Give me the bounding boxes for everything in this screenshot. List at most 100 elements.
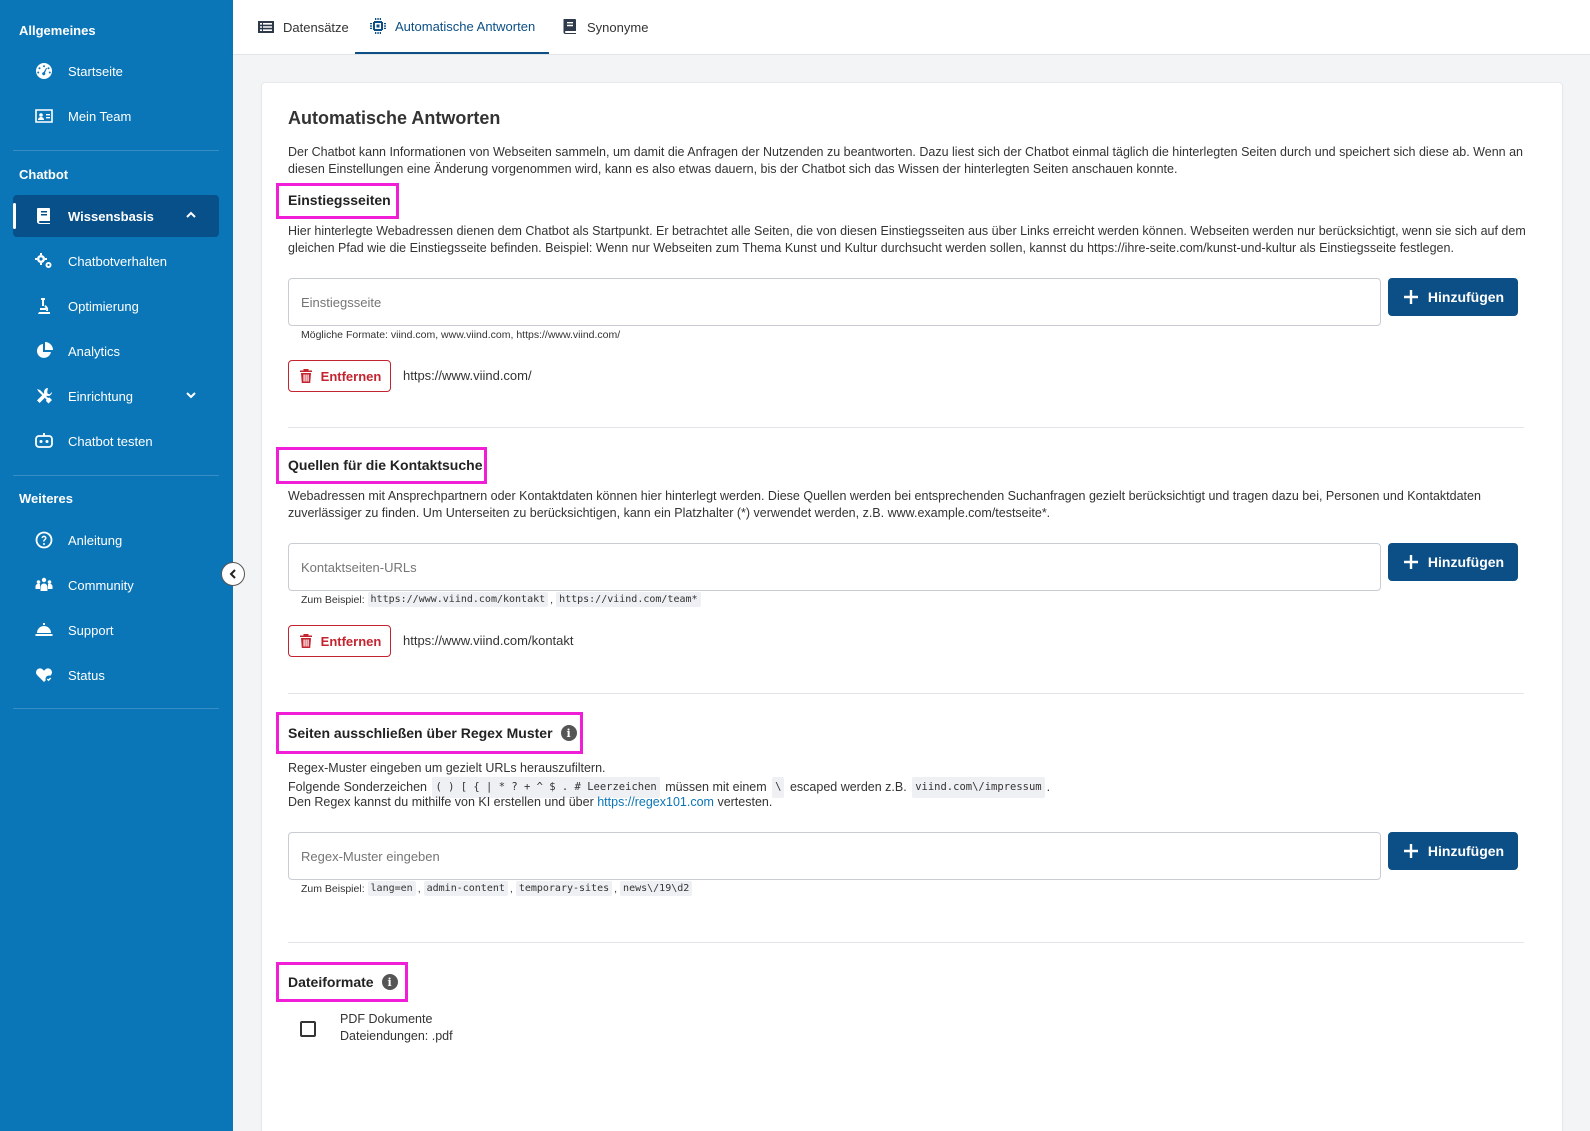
info-icon[interactable]: i [560, 725, 577, 741]
sidebar-item-support[interactable]: Support [13, 609, 219, 651]
book-icon [561, 18, 579, 36]
hint-prefix: Zum Beispiel: [301, 593, 365, 606]
text-span: vertesten. [717, 795, 773, 809]
escape-char-code: \ [772, 777, 785, 798]
section-title-text: Dateiformate [288, 974, 374, 990]
example-code: admin-content [423, 881, 508, 896]
sidebar-item-status[interactable]: Status [13, 654, 219, 696]
section-divider [288, 427, 1524, 428]
section-more: Weiteres [19, 491, 73, 506]
tab-auto-answers[interactable]: Automatische Antworten [355, 0, 550, 54]
chevron-left-icon [229, 569, 236, 579]
regex-input[interactable] [288, 832, 1381, 880]
text-span: escaped werden z.B. [789, 780, 907, 794]
button-label: Entfernen [320, 633, 382, 649]
section-title-entry: Einstiegsseiten [288, 192, 391, 208]
sidebar-item-optimization[interactable]: Optimierung [13, 285, 219, 327]
plus-icon [1403, 290, 1418, 304]
regex-line-1: Regex-Muster eingeben um gezielt URLs he… [288, 761, 606, 775]
sidebar-item-knowledge[interactable]: Wissensbasis [13, 195, 219, 237]
tab-label: Synonyme [587, 19, 649, 35]
sidebar-divider [13, 150, 219, 151]
list-icon [257, 18, 275, 36]
section-chatbot: Chatbot [19, 167, 69, 182]
sidebar-item-label: Anleitung [68, 532, 123, 548]
tab-synonyms[interactable]: Synonyme [559, 0, 650, 54]
plus-icon [1403, 555, 1418, 569]
sidebar-item-label: Startseite [68, 63, 123, 79]
pdf-extension: Dateiendungen: .pdf [340, 1029, 453, 1043]
entry-page-input[interactable] [288, 278, 1381, 326]
sidebar-item-label: Chatbot testen [68, 433, 153, 449]
intro-text: Der Chatbot kann Informationen von Webse… [288, 145, 1523, 176]
button-label: Hinzufügen [1427, 289, 1505, 305]
settings-card: Automatische Antworten Der Chatbot kann … [261, 82, 1563, 1131]
tab-label: Datensätze [283, 19, 349, 35]
sidebar-item-label: Mein Team [68, 108, 132, 124]
sidebar-item-home[interactable]: Startseite [13, 50, 219, 92]
section-title-formats: Dateiformate i [288, 974, 398, 990]
chevron-up-icon [185, 209, 197, 221]
sidebar-collapse-button[interactable] [221, 562, 245, 586]
tab-records[interactable]: Datensätze [255, 0, 351, 54]
remove-entry-button[interactable]: Entfernen [288, 360, 391, 392]
sidebar-item-community[interactable]: Community [13, 564, 219, 606]
entry-url: https://www.viind.com/ [403, 368, 532, 383]
add-entry-button[interactable]: Hinzufügen [1388, 278, 1518, 316]
example-code: https://viind.com/team* [556, 592, 701, 607]
regex-hint: Zum Beispiel: lang=en, admin-content, te… [301, 881, 693, 896]
sidebar-item-label: Einrichtung [68, 388, 134, 404]
sidebar-item-analytics[interactable]: Analytics [13, 330, 219, 372]
entry-hint: Mögliche Formate: viind.com, www.viind.c… [301, 329, 621, 341]
bell-icon [34, 620, 54, 640]
add-contact-button[interactable]: Hinzufügen [1388, 543, 1518, 581]
regex-line-3: Den Regex kannst du mithilfe von KI erst… [288, 794, 772, 811]
gears-icon [34, 251, 54, 271]
contact-hint: Zum Beispiel: https://www.viind.com/kont… [301, 592, 701, 607]
example-code: lang=en [367, 881, 416, 896]
tab-label: Automatische Antworten [395, 18, 536, 34]
section-title-regex: Seiten ausschließen über Regex Muster i [288, 725, 577, 741]
contact-url-input[interactable] [288, 543, 1381, 591]
plus-icon [1403, 844, 1418, 858]
sidebar-item-label: Optimierung [68, 298, 139, 314]
people-icon [34, 575, 54, 595]
example-code: news\/19\d2 [620, 881, 693, 896]
trash-icon [299, 369, 312, 383]
tools-icon [34, 386, 54, 406]
section-divider [288, 942, 1524, 943]
example-code: https://www.viind.com/kontakt [367, 592, 549, 607]
contact-url: https://www.viind.com/kontakt [403, 633, 574, 648]
escape-example-code: viind.com\/impressum [912, 777, 1045, 798]
sidebar-item-label: Support [68, 622, 114, 638]
sidebar-item-setup[interactable]: Einrichtung [13, 375, 219, 417]
team-icon [34, 106, 54, 126]
sidebar-item-behavior[interactable]: Chatbotverhalten [13, 240, 219, 282]
pdf-checkbox[interactable] [300, 1021, 316, 1037]
page-title: Automatische Antworten [288, 108, 501, 128]
button-label: Entfernen [320, 368, 382, 384]
hint-prefix: Zum Beispiel: [301, 882, 365, 895]
section-title-contact: Quellen für die Kontaktsuche [288, 457, 483, 473]
section-title-text: Seiten ausschließen über Regex Muster [288, 725, 553, 741]
sidebar-item-label: Status [68, 667, 105, 683]
button-label: Hinzufügen [1427, 554, 1505, 570]
sidebar-item-test[interactable]: Chatbot testen [13, 420, 219, 462]
tab-bar: Datensätze Automatische Antworten Synony… [233, 0, 1590, 55]
remove-contact-button[interactable]: Entfernen [288, 625, 391, 657]
text-span: . [1046, 780, 1051, 794]
text-span: Den Regex kannst du mithilfe von KI erst… [288, 795, 594, 809]
pie-chart-icon [34, 341, 54, 361]
microscope-icon [34, 296, 54, 316]
pdf-label: PDF Dokumente [340, 1012, 433, 1026]
trash-icon [299, 634, 312, 648]
sidebar-item-team[interactable]: Mein Team [13, 95, 219, 137]
sidebar-item-label: Analytics [68, 343, 121, 359]
info-icon[interactable]: i [381, 974, 398, 990]
button-label: Hinzufügen [1427, 843, 1505, 859]
section-general: Allgemeines [19, 23, 96, 38]
sidebar-item-guide[interactable]: Anleitung [13, 519, 219, 561]
contact-description: Webadressen mit Ansprechpartnern oder Ko… [288, 489, 1481, 520]
regex101-link[interactable]: https://regex101.com [597, 794, 714, 811]
add-regex-button[interactable]: Hinzufügen [1388, 832, 1518, 870]
